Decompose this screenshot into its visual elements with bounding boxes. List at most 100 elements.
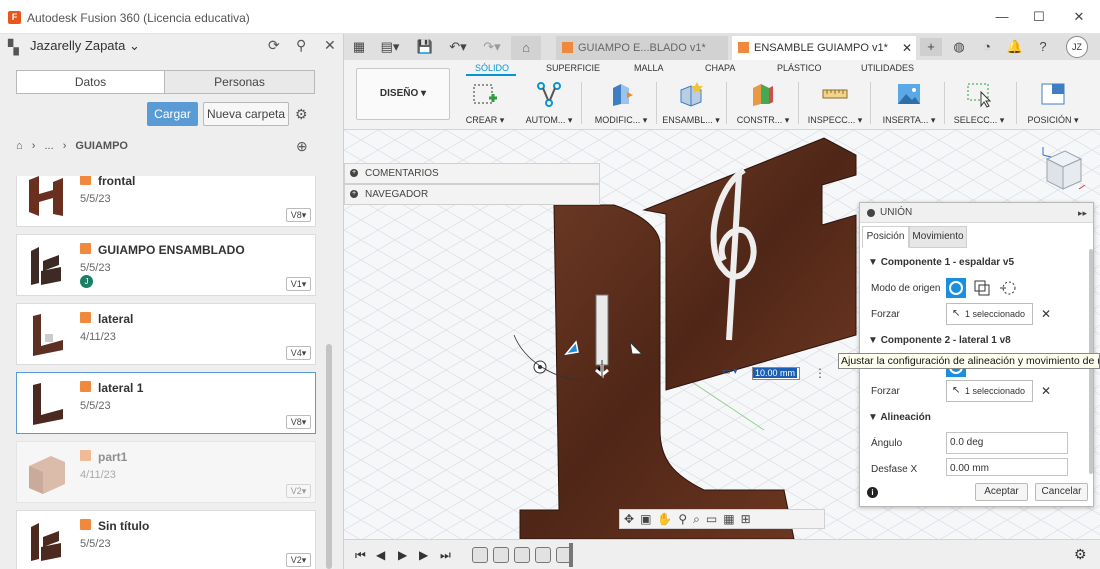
tab-superficie[interactable]: SUPERFICIE	[546, 63, 600, 73]
snap-selection-1[interactable]: ↖ 1 seleccionado	[946, 303, 1033, 325]
close-window-button[interactable]: ✕	[1064, 6, 1094, 28]
browser-navigator-panel[interactable]: + NAVEGADOR	[344, 184, 600, 205]
go-to-start-icon[interactable]: ⏮	[355, 548, 366, 563]
minimize-button[interactable]: —	[987, 6, 1017, 28]
component1-section-header[interactable]: ▼ Componente 1 - espaldar v5	[868, 257, 1014, 268]
version-dropdown[interactable]: V2▾	[286, 553, 311, 567]
maximize-button[interactable]: ☐	[1024, 6, 1054, 28]
tab-datos[interactable]: Datos	[16, 70, 165, 94]
close-panel-icon[interactable]: ✕	[324, 37, 336, 54]
data-panel-toggle-icon[interactable]: ▦	[350, 38, 368, 56]
timeline-marker[interactable]	[569, 543, 573, 567]
create-tool[interactable]: CREAR ▾	[450, 80, 520, 126]
notifications-icon[interactable]: 🔔	[1006, 38, 1024, 56]
simple-origin-icon[interactable]	[946, 278, 966, 298]
workspace-dropdown[interactable]: DISEÑO ▾	[356, 68, 450, 120]
tab-utilidades[interactable]: UTILIDADES	[861, 63, 914, 73]
file-card-guiampo-ensamblado[interactable]: GUIAMPO ENSAMBLADO 5/5/23 J V1▾	[16, 234, 316, 296]
version-dropdown[interactable]: V2▾	[286, 484, 311, 498]
expand-dialog-icon[interactable]: ▸▸	[1078, 203, 1087, 223]
inspect-tool[interactable]: INSPECC... ▾	[800, 80, 870, 126]
file-menu-icon[interactable]: ▤▾	[376, 38, 404, 56]
tab-solido[interactable]: SÓLIDO	[475, 63, 509, 73]
version-dropdown[interactable]: V8▾	[286, 415, 311, 429]
tab-movimiento[interactable]: Movimiento	[909, 226, 967, 248]
step-forward-icon[interactable]: ▶	[419, 548, 428, 562]
close-tab-icon[interactable]: ✕	[902, 36, 912, 60]
refresh-icon[interactable]: ⟳	[268, 37, 280, 54]
select-tool[interactable]: SELECC... ▾	[944, 80, 1014, 126]
modify-tool[interactable]: MODIFIC... ▾	[586, 80, 656, 126]
tab-plastico[interactable]: PLÁSTICO	[777, 63, 822, 73]
clear-selection-1-icon[interactable]: ✕	[1041, 307, 1051, 321]
tab-personas[interactable]: Personas	[164, 70, 315, 94]
version-dropdown[interactable]: V8▾	[286, 208, 311, 222]
offset-x-input[interactable]: 0.00 mm	[946, 458, 1068, 476]
version-dropdown[interactable]: V4▾	[286, 346, 311, 360]
version-dropdown[interactable]: V1▾	[286, 277, 311, 291]
settings-gear-icon[interactable]: ⚙	[295, 106, 308, 123]
comments-panel[interactable]: + COMENTARIOS	[344, 163, 600, 184]
pan-icon[interactable]: ✋	[657, 512, 678, 526]
two-edge-intersection-icon[interactable]	[998, 278, 1018, 298]
help-icon[interactable]: ?	[1034, 38, 1052, 56]
alignment-section-header[interactable]: ▼ Alineación	[868, 412, 931, 423]
look-at-icon[interactable]: ▣	[640, 512, 657, 526]
angle-input[interactable]: 0.0 deg	[946, 432, 1068, 454]
home-icon[interactable]: ⌂	[16, 140, 23, 152]
construct-tool[interactable]: CONSTR... ▾	[728, 80, 798, 126]
user-avatar[interactable]: JZ	[1066, 36, 1088, 58]
expand-plus-icon[interactable]: +	[350, 169, 358, 177]
snap-selection-2[interactable]: ↖ 1 seleccionado	[946, 380, 1033, 402]
distance-input[interactable]: 10.00 mm	[752, 367, 800, 380]
new-folder-button[interactable]: Nueva carpeta	[203, 102, 289, 126]
file-card-sin-titulo[interactable]: Sin título 5/5/23 V2▾	[16, 510, 316, 569]
new-tab-icon[interactable]: +	[920, 38, 942, 56]
expand-plus-icon[interactable]: +	[350, 190, 358, 198]
tab-malla[interactable]: MALLA	[634, 63, 664, 73]
dialog-pin-icon[interactable]	[867, 209, 875, 217]
tab-ensamble-guiampo[interactable]: ENSAMBLE GUIAMPO v1* ✕	[732, 36, 916, 60]
file-card-part1[interactable]: part1 4/11/23 V2▾	[16, 441, 316, 503]
automate-tool[interactable]: AUTOM... ▾	[514, 80, 584, 126]
info-icon[interactable]: i	[867, 487, 878, 498]
timeline-joint-item[interactable]	[535, 547, 551, 563]
file-card-frontal[interactable]: frontal 5/5/23 V8▾	[16, 176, 316, 227]
file-card-lateral-1[interactable]: lateral 1 5/5/23 V8▾	[16, 372, 316, 434]
clear-selection-2-icon[interactable]: ✕	[1041, 384, 1051, 398]
globe-share-icon[interactable]: ⊕	[296, 138, 308, 155]
play-icon[interactable]: ▶	[398, 548, 407, 562]
home-tab[interactable]: ⌂	[511, 36, 541, 60]
job-status-icon[interactable]: ◔	[978, 38, 996, 56]
between-two-faces-icon[interactable]	[972, 278, 992, 298]
file-card-lateral[interactable]: lateral 4/11/23 V4▾	[16, 303, 316, 365]
insert-tool[interactable]: INSERTA... ▾	[874, 80, 944, 126]
more-options-icon[interactable]: ⋮	[814, 366, 826, 380]
timeline-joint-item[interactable]	[472, 547, 488, 563]
dimension-type-icon[interactable]: ▭ ▾	[722, 366, 748, 380]
timeline-joint-item[interactable]	[493, 547, 509, 563]
ok-button[interactable]: Aceptar	[975, 483, 1028, 501]
timeline-joint-item[interactable]	[514, 547, 530, 563]
orbit-icon[interactable]: ✥	[624, 512, 640, 526]
undo-icon[interactable]: ↶▾	[444, 38, 472, 56]
breadcrumb-ellipsis[interactable]: ...	[44, 140, 53, 152]
component2-section-header[interactable]: ▼ Componente 2 - lateral 1 v8	[868, 335, 1011, 346]
search-icon[interactable]: ⚲	[296, 37, 306, 54]
display-settings-icon[interactable]: ▭	[706, 512, 723, 526]
step-back-icon[interactable]: ◀	[376, 548, 385, 562]
tab-guiampo-ensamblado[interactable]: GUIAMPO E...BLADO v1*	[556, 36, 728, 60]
file-list-scrollbar[interactable]	[326, 344, 332, 569]
extensions-icon[interactable]: ◍	[950, 38, 968, 56]
grid-menu-icon[interactable]: ▚	[8, 39, 19, 56]
grid-settings-icon[interactable]: ▦	[723, 512, 740, 526]
upload-button[interactable]: Cargar	[147, 102, 198, 126]
zoom-icon[interactable]: ⚲	[678, 512, 693, 526]
assemble-tool[interactable]: ENSAMBL... ▾	[656, 80, 726, 126]
viewports-icon[interactable]: ⊞	[741, 512, 757, 526]
go-to-end-icon[interactable]: ⏭	[440, 548, 451, 563]
tab-posicion[interactable]: Posición	[862, 226, 909, 248]
view-cube[interactable]	[1039, 145, 1087, 195]
timeline-settings-gear-icon[interactable]: ⚙	[1074, 546, 1087, 563]
tab-chapa[interactable]: CHAPA	[705, 63, 735, 73]
